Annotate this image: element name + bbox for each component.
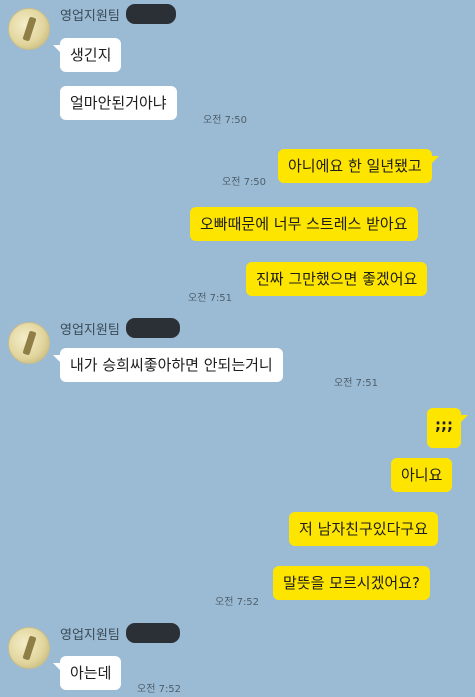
message-text: 진짜 그만했으면 좋겠어요 <box>256 270 418 288</box>
sender-name: 영업지원팀 <box>60 623 180 643</box>
message-bubble[interactable]: 얼마안된거아냐 <box>60 86 177 120</box>
sender-avatar[interactable] <box>8 627 50 669</box>
message-time: 오전 7:52 <box>215 597 260 608</box>
message-text: 생긴지 <box>70 46 112 64</box>
redacted-name <box>125 4 176 24</box>
message-text: ;;; <box>435 416 453 434</box>
sender-name: 영업지원팀 <box>60 4 176 24</box>
message-text: 얼마안된거아냐 <box>70 94 167 112</box>
message-time: 오전 7:50 <box>222 177 267 188</box>
sender-avatar[interactable] <box>8 322 50 364</box>
message-bubble[interactable]: 저 남자친구있다구요 <box>289 512 438 546</box>
message-time: 오전 7:51 <box>334 378 379 389</box>
message-text: 아는데 <box>70 664 112 682</box>
message-bubble[interactable]: ;;; <box>427 408 468 448</box>
sender-name: 영업지원팀 <box>60 318 180 338</box>
message-text: 말뜻을 모르시겠어요? <box>283 574 420 592</box>
message-time: 오전 7:52 <box>137 684 182 695</box>
message-bubble[interactable]: 아는데 <box>52 656 122 690</box>
redacted-name <box>125 623 180 643</box>
message-bubble[interactable]: 아니요 <box>391 458 453 492</box>
sender-avatar[interactable] <box>8 8 50 50</box>
message-text: 내가 승희씨좋아하면 안되는거니 <box>70 356 273 374</box>
message-bubble[interactable]: 말뜻을 모르시겠어요? <box>273 566 430 600</box>
message-text: 저 남자친구있다구요 <box>299 520 428 538</box>
message-text: 아니에요 한 일년됐고 <box>288 157 422 175</box>
message-bubble[interactable]: 아니에요 한 일년됐고 <box>278 149 439 183</box>
redacted-name <box>125 318 180 338</box>
message-time: 오전 7:50 <box>203 115 248 126</box>
sender-name-text: 영업지원팀 <box>60 8 120 24</box>
message-bubble[interactable]: 생긴지 <box>52 38 122 72</box>
message-bubble[interactable]: 내가 승희씨좋아하면 안되는거니 <box>53 348 283 382</box>
sender-name-text: 영업지원팀 <box>60 322 120 338</box>
message-text: 아니요 <box>401 466 443 484</box>
message-text: 오빠때문에 너무 스트레스 받아요 <box>200 215 408 233</box>
message-bubble[interactable]: 오빠때문에 너무 스트레스 받아요 <box>190 207 418 241</box>
message-time: 오전 7:51 <box>188 293 233 304</box>
message-bubble[interactable]: 진짜 그만했으면 좋겠어요 <box>246 262 428 296</box>
sender-name-text: 영업지원팀 <box>60 627 120 643</box>
